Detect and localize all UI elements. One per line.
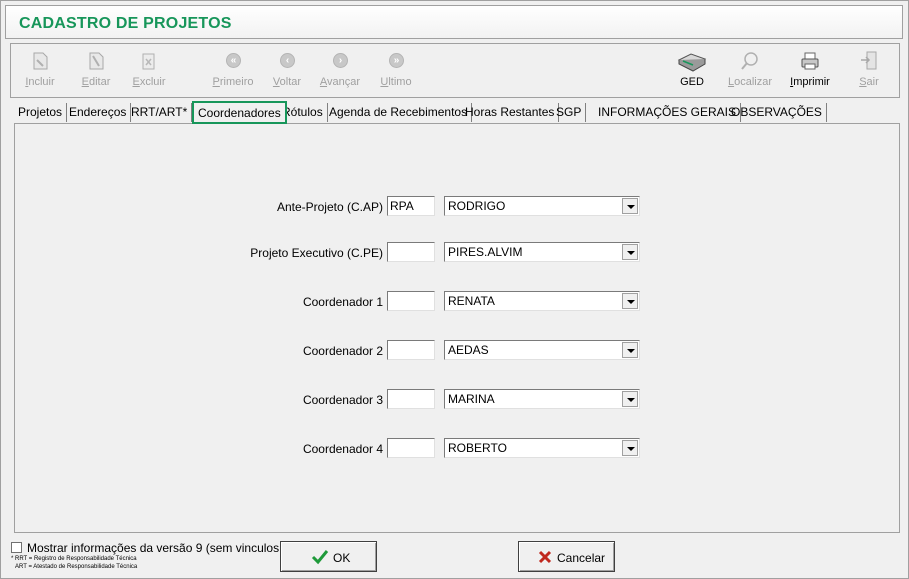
main-window: CADASTRO DE PROJETOS Incluir Editar Excl… [0, 0, 909, 579]
checkbox-box[interactable] [11, 542, 22, 553]
next-record-button[interactable]: › Avançar [317, 50, 363, 94]
checkmark-icon [311, 549, 329, 570]
first-record-button[interactable]: « Primeiro [210, 50, 256, 94]
search-icon [739, 50, 761, 72]
note-art: ART = Atestado de Responsabilidade Técni… [15, 564, 138, 570]
tab-rrt-art[interactable]: RRT/ART* [127, 103, 193, 122]
delete-document-icon [138, 50, 160, 72]
chevron-down-icon[interactable] [622, 198, 638, 214]
coordinator-code-field[interactable] [387, 340, 435, 360]
edit-document-icon [85, 50, 107, 72]
cancel-button[interactable]: Cancelar [518, 541, 615, 572]
edit-button[interactable]: Editar [73, 50, 119, 94]
chevron-down-icon[interactable] [622, 391, 638, 407]
tab-agenda-de-recebimentos[interactable]: Agenda de Recebimentos [325, 103, 473, 122]
coordinator-select[interactable]: RODRIGO [444, 196, 640, 216]
note-rrt: * RRT = Registro de Responsabilidade Téc… [11, 556, 137, 562]
previous-record-icon: ‹ [276, 50, 298, 72]
first-record-icon: « [222, 50, 244, 72]
coordinator-label: Ante-Projeto (C.AP) [276, 200, 383, 214]
include-button[interactable]: Incluir [17, 50, 63, 94]
coordinator-select[interactable]: RENATA [444, 291, 640, 311]
ged-button[interactable]: GED [669, 50, 715, 94]
ok-button[interactable]: OK [280, 541, 377, 572]
tab-projetos[interactable]: Projetos [14, 103, 68, 122]
tab-sgp[interactable]: SGP [552, 103, 587, 122]
last-record-icon: » [385, 50, 407, 72]
title-bar: CADASTRO DE PROJETOS [5, 5, 903, 39]
coordinator-code-field[interactable]: RPA [387, 196, 435, 216]
coordinator-label: Coordenador 2 [302, 344, 383, 358]
tab-enderecos[interactable]: Endereços [65, 103, 132, 122]
coordinator-code-field[interactable] [387, 389, 435, 409]
coordinator-code-field[interactable] [387, 242, 435, 262]
coordinator-select[interactable]: MARINA [444, 389, 640, 409]
tab-horas-restantes[interactable]: Horas Restantes [461, 103, 560, 122]
tab-informacoes-gerais[interactable]: INFORMAÇÕES GERAIS [594, 103, 742, 122]
coordinator-label: Coordenador 3 [302, 393, 383, 407]
scanner-icon [677, 50, 707, 72]
window-title: CADASTRO DE PROJETOS [19, 15, 232, 32]
previous-record-button[interactable]: ‹ Voltar [264, 50, 310, 94]
coordinator-code-field[interactable] [387, 291, 435, 311]
close-icon [537, 549, 553, 570]
tab-observacoes[interactable]: OBSERVAÇÕES [727, 103, 827, 122]
footnotes: * RRT = Registro de Responsabilidade Téc… [11, 555, 137, 571]
tab-coordenadores[interactable]: Coordenadores [192, 101, 287, 124]
coordinator-code-field[interactable] [387, 438, 435, 458]
toolbar: Incluir Editar Excluir « Primeiro ‹ Volt… [10, 43, 900, 98]
chevron-down-icon[interactable] [622, 440, 638, 456]
exit-button[interactable]: Sair [846, 50, 892, 94]
coordinator-select[interactable]: AEDAS [444, 340, 640, 360]
coordinator-select[interactable]: PIRES.ALVIM [444, 242, 640, 262]
coordinator-label: Coordenador 1 [302, 295, 383, 309]
coordinator-label: Projeto Executivo (C.PE) [250, 246, 383, 260]
coordinator-label: Coordenador 4 [302, 442, 383, 456]
chevron-down-icon[interactable] [622, 342, 638, 358]
last-record-button[interactable]: » Ultimo [373, 50, 419, 94]
tab-strip: Projetos Endereços RRT/ART* Coordenadore… [10, 101, 900, 124]
next-record-icon: › [329, 50, 351, 72]
add-document-icon [29, 50, 51, 72]
print-button[interactable]: Imprimir [787, 50, 833, 94]
version-info-checkbox[interactable]: Mostrar informações da versão 9 (sem vin… [11, 541, 312, 555]
coordinator-select[interactable]: ROBERTO [444, 438, 640, 458]
search-button[interactable]: Localizar [727, 50, 773, 94]
printer-icon [799, 50, 821, 72]
exit-door-icon [858, 50, 880, 72]
coordinators-panel: Ante-Projeto (C.AP) RPA RODRIGO Projeto … [14, 123, 900, 533]
delete-button[interactable]: Excluir [126, 50, 172, 94]
chevron-down-icon[interactable] [622, 293, 638, 309]
chevron-down-icon[interactable] [622, 244, 638, 260]
